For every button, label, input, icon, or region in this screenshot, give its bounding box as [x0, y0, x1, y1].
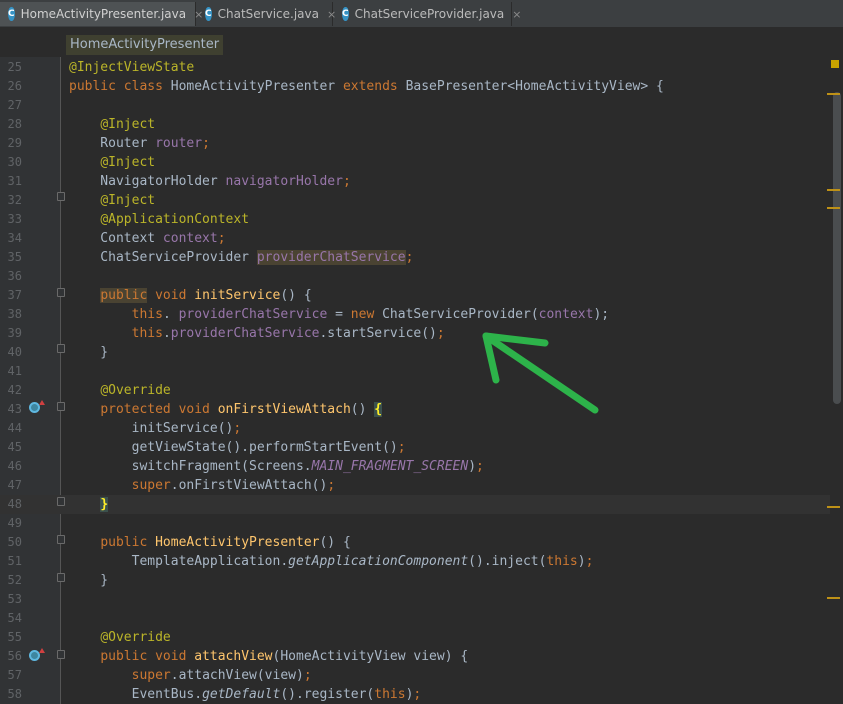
green-arrow-icon: [482, 332, 599, 414]
